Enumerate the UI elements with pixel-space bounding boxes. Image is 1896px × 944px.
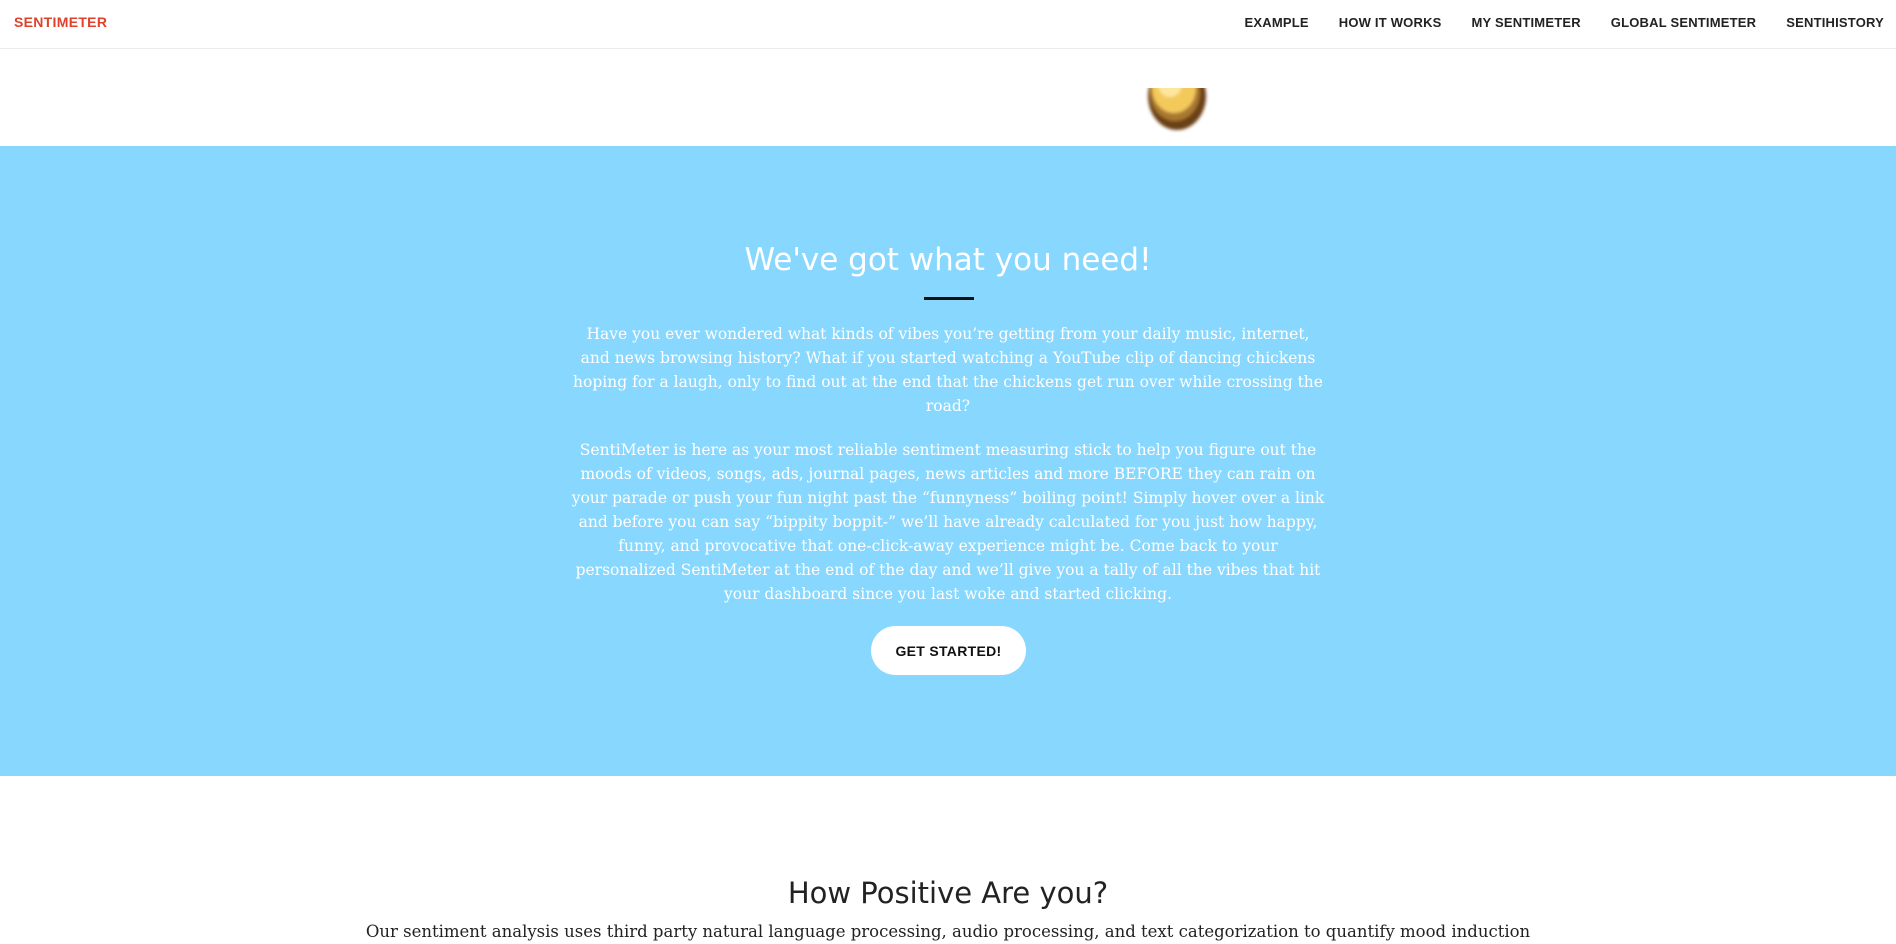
brand-logo-link[interactable]: SENTIMETER	[14, 14, 107, 30]
intro-paragraph-2: SentiMeter is here as your most reliable…	[571, 441, 1325, 603]
egg-icon	[1144, 88, 1210, 136]
nav-link-sentihistory[interactable]: SENTIHISTORY	[1786, 15, 1884, 30]
nav-link-my-sentimeter[interactable]: MY SENTIMETER	[1472, 15, 1581, 30]
intro-heading: We've got what you need!	[744, 242, 1152, 278]
nav-link-how-it-works[interactable]: HOW IT WORKS	[1339, 15, 1442, 30]
intro-paragraph-1: Have you ever wondered what kinds of vib…	[573, 325, 1323, 415]
get-started-button[interactable]: GET STARTED!	[871, 626, 1026, 675]
heading-divider	[924, 297, 974, 300]
positivity-heading: How Positive Are you?	[787, 876, 1109, 910]
nav-link-example[interactable]: EXAMPLE	[1245, 15, 1309, 30]
nav-links: EXAMPLE HOW IT WORKS MY SENTIMETER GLOBA…	[1245, 15, 1885, 30]
nav-link-global-sentimeter[interactable]: GLOBAL SENTIMETER	[1611, 15, 1756, 30]
positivity-paragraph: Our sentiment analysis uses third party …	[365, 922, 1531, 941]
intro-section: We've got what you need! Have you ever w…	[0, 146, 1896, 776]
positivity-section: How Positive Are you? Our sentiment anal…	[0, 776, 1896, 944]
hero-bottom-area	[0, 48, 1896, 146]
top-navbar: SENTIMETER EXAMPLE HOW IT WORKS MY SENTI…	[0, 0, 1896, 49]
